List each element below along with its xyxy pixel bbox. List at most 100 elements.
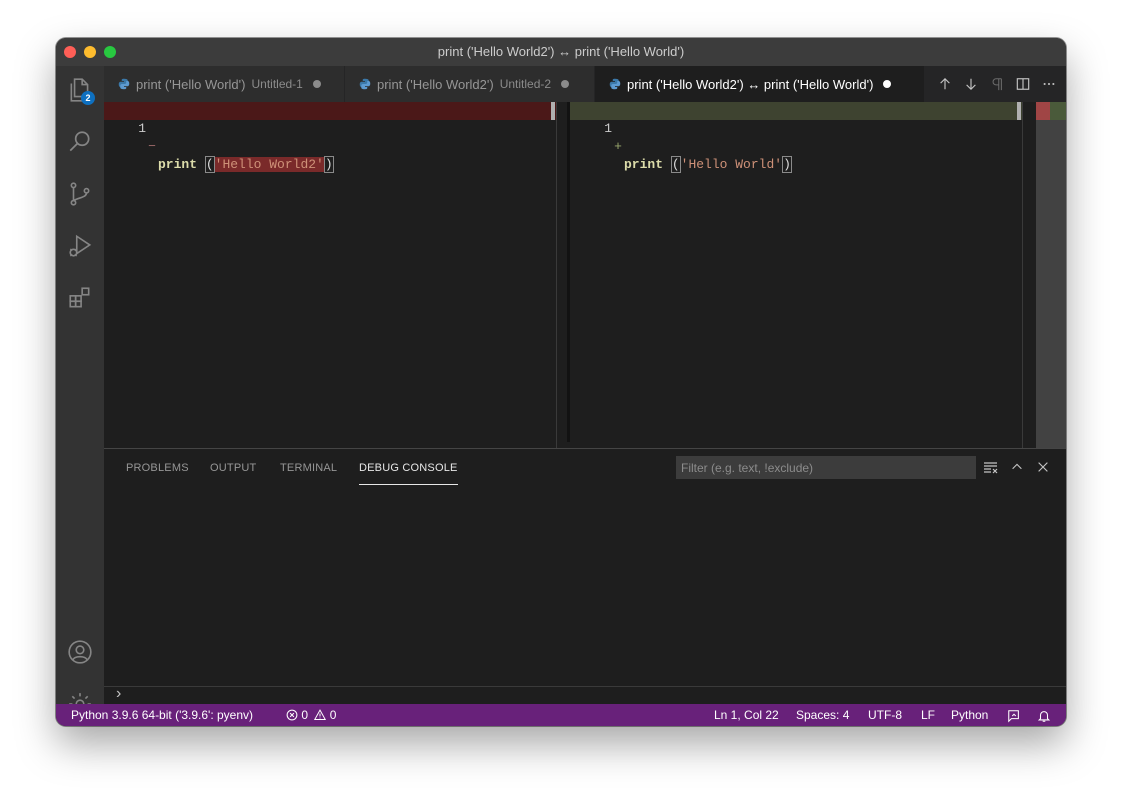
maximize-window-button[interactable] (104, 46, 116, 58)
account-icon (68, 640, 92, 664)
accounts-button[interactable] (56, 628, 104, 676)
arrow-up-icon (940, 77, 950, 90)
tab-label: print ('Hello World') (136, 76, 246, 92)
pane-divider (556, 102, 557, 448)
bottom-panel: PROBLEMS OUTPUT TERMINAL DEBUG CONSOLE › (104, 448, 1066, 704)
cursor-position[interactable]: Ln 1, Col 22 (714, 704, 779, 726)
end-of-line[interactable]: LF (921, 704, 935, 726)
added-marker: + (614, 139, 622, 154)
overview-deletion-marker (1036, 102, 1050, 120)
pane-divider (1022, 102, 1023, 448)
modified-pane[interactable]: 1 + print ('Hello World') (570, 102, 1022, 448)
code-text: print ('Hello World') (624, 156, 792, 174)
vscode-window: print ('Hello World2') ↔ print ('Hello W… (56, 38, 1066, 726)
diff-editor[interactable]: 1 − print ('Hello World2') 1 + print ('H… (104, 102, 1066, 448)
encoding[interactable]: UTF-8 (868, 704, 902, 726)
ellipsis-icon (1043, 82, 1055, 86)
tab-description: Untitled-2 (499, 77, 552, 91)
vertical-scrollbar[interactable] (1017, 102, 1021, 120)
chevron-up-icon (1012, 463, 1022, 470)
clear-all-icon (984, 462, 998, 474)
editor-actions (932, 66, 1066, 102)
source-control-button[interactable] (56, 170, 104, 218)
feedback-icon (1008, 710, 1019, 723)
debug-console-input[interactable]: › (104, 685, 1066, 705)
title-bar: print ('Hello World2') ↔ print ('Hello W… (56, 38, 1066, 66)
tab-problems[interactable]: PROBLEMS (126, 449, 189, 484)
code-text: print ('Hello World2') (158, 156, 334, 174)
inserted-line[interactable]: 1 + print ('Hello World') (570, 102, 1022, 173)
run-debug-button[interactable] (56, 222, 104, 270)
run-debug-icon (69, 234, 92, 257)
tab-output[interactable]: OUTPUT (210, 449, 256, 484)
editor-tab-bar: print ('Hello World') Untitled-1 print (… (104, 66, 1066, 102)
python-interpreter[interactable]: Python 3.9.6 64-bit ('3.9.6': pyenv) (71, 704, 253, 726)
minimize-window-button[interactable] (84, 46, 96, 58)
arrow-down-icon (966, 78, 976, 91)
keyword-token: print (158, 157, 198, 172)
line-number: 1 (604, 121, 612, 136)
problems-status[interactable]: 0 0 (286, 704, 336, 726)
show-whitespace-button[interactable] (984, 66, 1010, 102)
tab-debug-console[interactable]: DEBUG CONSOLE (359, 449, 458, 485)
previous-change-button[interactable] (932, 66, 958, 102)
open-paren-token: ( (204, 156, 215, 173)
dirty-indicator-icon[interactable] (883, 80, 892, 88)
indentation[interactable]: Spaces: 4 (796, 704, 849, 726)
tab-untitled-2[interactable]: print ('Hello World2') Untitled-2 (345, 66, 595, 102)
error-icon (286, 709, 298, 721)
close-icon (1038, 462, 1048, 472)
close-panel-button[interactable] (1033, 457, 1053, 477)
extensions-button[interactable] (56, 274, 104, 322)
python-file-icon (609, 78, 621, 90)
error-count: 0 (301, 708, 309, 722)
removed-marker: − (148, 139, 156, 154)
feedback-button[interactable] (1007, 708, 1021, 723)
python-file-icon (118, 78, 130, 90)
string-token: 'Hello World2' (214, 157, 324, 172)
tab-label: print ('Hello World2') (377, 76, 494, 92)
python-file-icon (359, 78, 371, 90)
open-paren-token: ( (670, 156, 681, 173)
warning-icon (314, 709, 327, 720)
close-paren-token: ) (782, 156, 792, 173)
dirty-indicator-icon[interactable] (561, 80, 570, 88)
tab-label: print ('Hello World2') ↔ print ('Hello W… (627, 76, 874, 92)
line-number: 1 (138, 121, 146, 136)
tab-terminal[interactable]: TERMINAL (280, 449, 337, 484)
diff-overview-ruler[interactable] (1036, 102, 1066, 448)
split-editor-icon (1016, 78, 1030, 90)
close-window-button[interactable] (64, 46, 76, 58)
source-control-icon (70, 182, 90, 206)
string-token: 'Hello World' (680, 157, 783, 172)
status-bar: Python 3.9.6 64-bit ('3.9.6': pyenv) 0 0… (56, 704, 1066, 726)
search-button[interactable] (56, 118, 104, 166)
explorer-badge: 2 (81, 91, 95, 105)
next-change-button[interactable] (958, 66, 984, 102)
window-title: print ('Hello World2') ↔ print ('Hello W… (437, 44, 685, 59)
prompt-chevron-icon: › (116, 685, 122, 702)
maximize-panel-button[interactable] (1007, 457, 1027, 477)
bell-icon (1037, 711, 1051, 722)
pilcrow-icon (992, 78, 1002, 91)
tab-description: Untitled-1 (251, 77, 303, 91)
tab-untitled-1[interactable]: print ('Hello World') Untitled-1 (104, 66, 345, 102)
split-editor-button[interactable] (1010, 66, 1036, 102)
language-mode[interactable]: Python (951, 704, 988, 726)
vertical-scrollbar[interactable] (551, 102, 555, 120)
dirty-indicator-icon[interactable] (312, 80, 321, 88)
explorer-button[interactable]: 2 (56, 66, 104, 114)
activity-bar: 2 (56, 66, 104, 719)
debug-console-filter-input[interactable] (676, 456, 976, 479)
extensions-icon (69, 287, 90, 308)
overview-insertion-marker (1050, 102, 1066, 120)
more-actions-button[interactable] (1036, 66, 1062, 102)
original-pane[interactable]: 1 − print ('Hello World2') (104, 102, 556, 448)
close-paren-token: ) (323, 156, 334, 173)
deleted-line[interactable]: 1 − print ('Hello World2') (104, 102, 556, 173)
clear-console-button[interactable] (981, 457, 1001, 477)
tab-diff-view[interactable]: print ('Hello World2') ↔ print ('Hello W… (595, 66, 925, 102)
warning-count: 0 (329, 708, 337, 722)
notifications-button[interactable] (1037, 708, 1051, 722)
search-icon (69, 131, 90, 152)
